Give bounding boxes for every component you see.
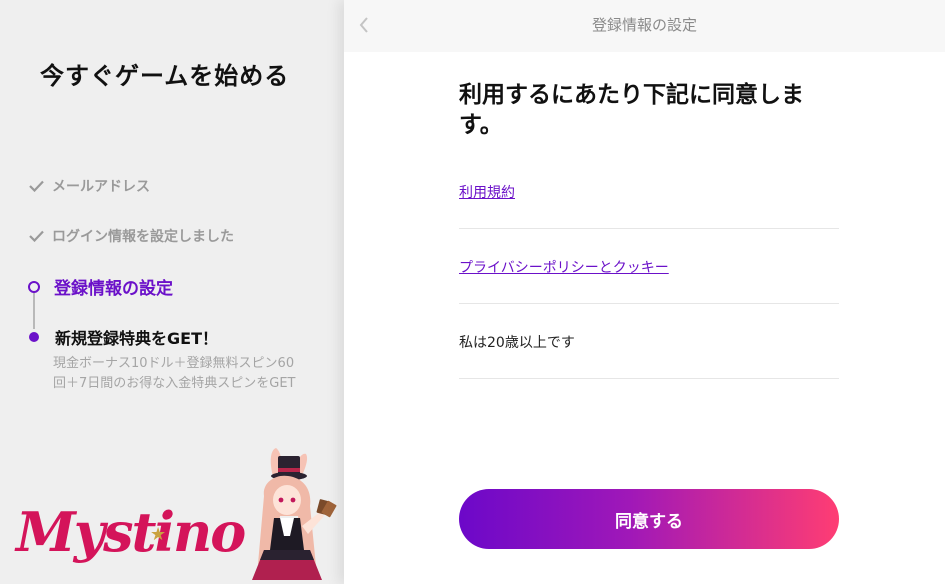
step-login-info: ログイン情報を設定しました [28, 226, 234, 246]
step-label: ログイン情報を設定しました [52, 229, 234, 245]
step-registration-settings: 登録情報の設定 [26, 274, 173, 299]
page-title: 登録情報の設定 [591, 16, 697, 34]
step-label: メールアドレス [52, 179, 150, 195]
step-label: 登録情報の設定 [54, 279, 173, 299]
consent-heading: 利用するにあたり下記に同意します。 [459, 82, 804, 138]
step-email: メールアドレス [28, 176, 150, 196]
check-icon [28, 178, 44, 194]
privacy-cookie-link[interactable]: プライバシーポリシーとクッキー [459, 257, 669, 277]
check-icon [28, 228, 44, 244]
left-title: 今すぐゲームを始める [40, 62, 290, 90]
registration-panel: 登録情報の設定 利用するにあたり下記に同意します。 利用規約 プライバシーポリシ… [344, 0, 945, 584]
logo-star-icon: ★ [150, 524, 167, 545]
list-item-terms: 利用規約 [459, 154, 839, 229]
step-bonus: 新規登録特典をGET！ [26, 325, 218, 349]
top-bar: 登録情報の設定 [344, 0, 945, 52]
brand-logo: Mystino [16, 500, 246, 564]
left-panel: 今すぐゲームを始める メールアドレス ログイン情報を設定しました 登録情報の設定… [0, 0, 344, 584]
age-confirmation-text: 私は20歳以上です [459, 335, 575, 351]
agree-button[interactable]: 同意する [459, 489, 839, 549]
list-item-privacy: プライバシーポリシーとクッキー [459, 229, 839, 304]
terms-link[interactable]: 利用規約 [459, 182, 515, 202]
mascot-illustration [252, 448, 337, 580]
step-description: 現金ボーナス10ドル＋登録無料スピン60回＋7日間のお得な入金特典スピンをGET [53, 356, 296, 391]
list-item-age: 私は20歳以上です [459, 304, 839, 379]
active-step-ring-icon [28, 280, 40, 293]
step-dot-icon [29, 332, 39, 342]
step-label: 新規登録特典をGET！ [55, 329, 218, 348]
